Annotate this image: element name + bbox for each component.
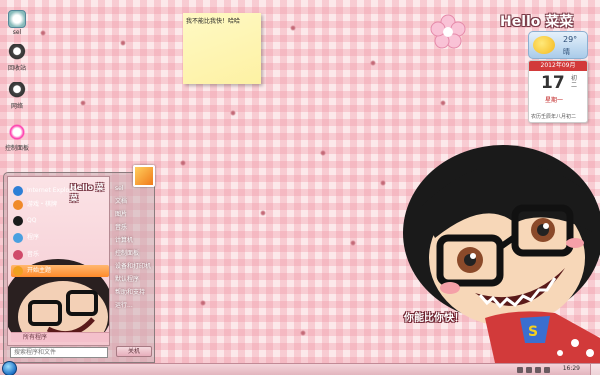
- desktop-icon-label: sel: [12, 29, 22, 36]
- program-label: 开始主题: [27, 267, 52, 274]
- network-icon: [8, 82, 26, 100]
- program-item-theme[interactable]: 开始主题: [11, 265, 109, 277]
- tray-volume-icon[interactable]: [535, 367, 541, 373]
- weather-temp: 29°: [563, 35, 578, 44]
- calendar-weekday: 星期一: [545, 97, 564, 104]
- program-item-music[interactable]: 音乐: [11, 249, 109, 261]
- taskbar-clock[interactable]: 16:29: [563, 365, 580, 372]
- places-item-documents[interactable]: 文档: [112, 195, 154, 208]
- program-item-apps[interactable]: 程序: [11, 232, 109, 244]
- program-label: QQ: [27, 217, 37, 224]
- theme-icon: [13, 266, 23, 276]
- flower-icon: [430, 14, 466, 49]
- weather-widget[interactable]: 29° 晴: [528, 31, 588, 59]
- tray-flag-icon[interactable]: [517, 367, 523, 373]
- start-menu-places: sel 文档 图片 音乐 计算机 控制面板 设备和打印机 默认程序 帮助和支持 …: [112, 176, 154, 361]
- places-item-computer[interactable]: 计算机: [112, 234, 154, 247]
- computer-icon: [8, 10, 26, 28]
- desktop-icon-label: 网络: [10, 103, 23, 110]
- desktop-icon-network[interactable]: 网络: [2, 82, 32, 110]
- hello-title: Hello 菜菜: [500, 14, 574, 30]
- taskbar: 16:29: [0, 361, 600, 375]
- music-icon: [13, 250, 23, 260]
- start-button[interactable]: [2, 361, 17, 375]
- recycle-bin-icon: [8, 44, 26, 62]
- places-item-help[interactable]: 帮助和支持: [112, 286, 154, 299]
- start-menu-programs: Hello 菜菜 Internet Explorer 游戏・棋牌 QQ 程序 音…: [7, 176, 110, 346]
- sun-icon: [533, 36, 555, 54]
- show-desktop-button[interactable]: [590, 364, 600, 375]
- calendar-widget[interactable]: 2012年09月 17 初二 星期一 农历壬辰年八月初二: [528, 60, 588, 123]
- program-item-ie[interactable]: Internet Explorer: [11, 185, 109, 197]
- weather-condition: 晴: [563, 48, 570, 56]
- tray-input-icon[interactable]: [544, 367, 550, 373]
- system-tray: [517, 365, 550, 375]
- all-programs-button[interactable]: 所有程序: [11, 332, 109, 342]
- desktop-icon-computer[interactable]: sel: [2, 10, 32, 36]
- calendar-lunar: 农历壬辰年八月初二: [531, 114, 577, 120]
- internet-explorer-icon: [13, 186, 23, 196]
- tray-network-icon[interactable]: [526, 367, 532, 373]
- calendar-day: 17: [541, 73, 565, 93]
- sticky-note[interactable]: 我不能比我快！哈哈: [183, 13, 261, 84]
- apps-icon: [13, 233, 23, 243]
- start-menu: Hello 菜菜 Internet Explorer 游戏・棋牌 QQ 程序 音…: [3, 165, 155, 363]
- program-item-qq[interactable]: QQ: [11, 215, 109, 227]
- svg-text:S: S: [528, 324, 538, 340]
- sticky-note-text: 我不能比我快！哈哈: [186, 18, 241, 25]
- places-item-control-panel[interactable]: 控制面板: [112, 247, 154, 260]
- program-item-games[interactable]: 游戏・棋牌: [11, 199, 109, 211]
- catchphrase: 你能比你快！: [404, 313, 464, 324]
- calendar-lunar-side: 初二: [571, 75, 578, 89]
- program-label: 游戏・棋牌: [27, 201, 58, 208]
- qq-icon: [13, 216, 23, 226]
- desktop-icon-label: 回收站: [7, 65, 26, 72]
- control-panel-icon: [8, 124, 26, 142]
- desktop-icon-control-panel[interactable]: 控制面板: [2, 124, 32, 152]
- program-label: Internet Explorer: [27, 187, 78, 194]
- places-item-user[interactable]: sel: [112, 182, 154, 195]
- places-item-pictures[interactable]: 图片: [112, 208, 154, 221]
- places-item-default-programs[interactable]: 默认程序: [112, 273, 154, 286]
- places-item-run[interactable]: 运行...: [112, 299, 154, 312]
- all-programs-label: 所有程序: [23, 334, 48, 341]
- desktop-icon-label: 控制面板: [4, 145, 29, 152]
- shutdown-button[interactable]: 关机: [116, 346, 152, 357]
- places-item-music[interactable]: 音乐: [112, 221, 154, 234]
- games-icon: [13, 200, 23, 210]
- places-item-devices[interactable]: 设备和打印机: [112, 260, 154, 273]
- character-illustration: S: [403, 145, 600, 363]
- start-search-input[interactable]: 搜索程序和文件: [10, 347, 108, 358]
- program-label: 程序: [27, 234, 40, 241]
- desktop-icon-recycle-bin[interactable]: 回收站: [2, 44, 32, 72]
- calendar-month: 2012年09月: [529, 61, 587, 71]
- program-label: 音乐: [27, 251, 40, 258]
